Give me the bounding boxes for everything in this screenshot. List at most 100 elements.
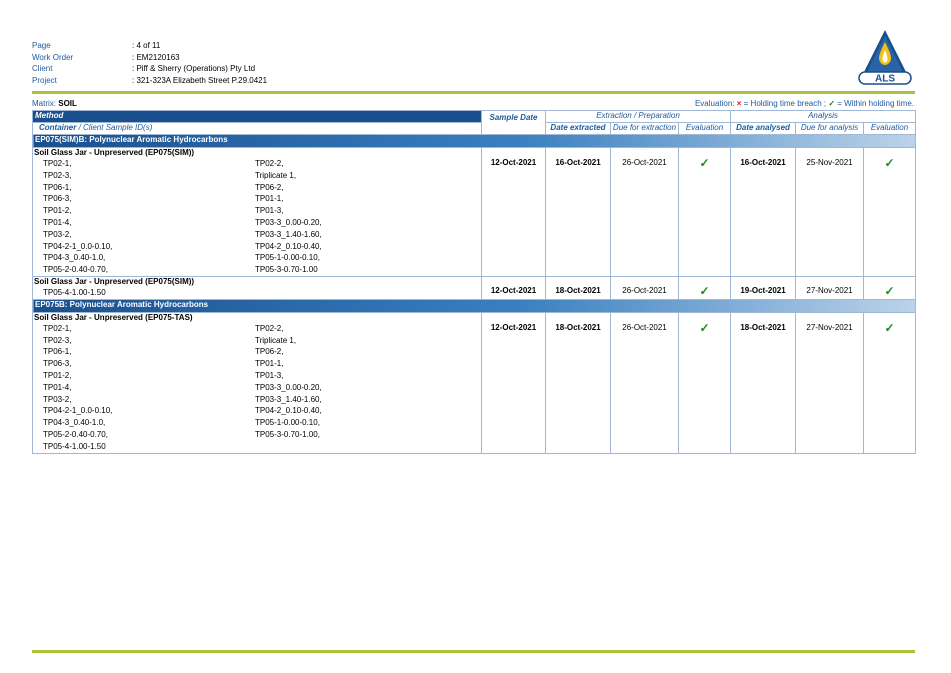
sample-id: TP05-4-1.00-1.50 [43, 441, 106, 451]
date-analysed-cell: 19-Oct-2021 [730, 275, 796, 300]
sample-id: TP01-2, [43, 206, 72, 216]
sample-date-header: Sample Date [481, 110, 546, 135]
sample-id: TP04-2_0.10-0.40, [255, 241, 322, 251]
sample-id: TP06-1, [43, 182, 72, 192]
table-row: Soil Glass Jar - Unpreserved (EP075(SIM)… [32, 275, 916, 300]
sample-id: TP06-1, [43, 347, 72, 357]
sample-id: TP01-1, [255, 194, 284, 204]
sample-id: TP03-3_1.40-1.60, [255, 229, 322, 239]
holding-time-table: Method Sample Date Extraction / Preparat… [32, 110, 916, 454]
container-cell: Soil Glass Jar - Unpreserved (EP075-TAS)… [32, 311, 482, 454]
sample-id: TP05-1-0.00-0.10, [255, 253, 320, 263]
sample-id: TP03-3_1.40-1.60, [255, 394, 322, 404]
container-name: Soil Glass Jar - Unpreserved (EP075(SIM)… [34, 148, 195, 157]
evaluation-header: Evaluation [678, 122, 731, 135]
container-header: Container / Client Sample ID(s) [32, 122, 482, 135]
container-label: Container [39, 123, 77, 132]
sample-id: TP03-3_0.00-0.20, [255, 382, 322, 392]
matrix-value: SOIL [58, 99, 77, 108]
evaluation-check-icon: ✓ [678, 275, 731, 300]
legend-within: = Within holding time. [835, 99, 914, 108]
evaluation-check-icon: ✓ [678, 147, 731, 277]
sample-id: TP05-4-1.00-1.50 [43, 287, 106, 297]
due-analysis-cell: 27-Nov-2021 [795, 311, 864, 454]
evaluation-check-icon: ✓ [863, 275, 916, 300]
sample-date-cell: 12-Oct-2021 [481, 147, 546, 277]
legend-prefix: Evaluation: [694, 99, 737, 108]
date-analysed-cell: 16-Oct-2021 [730, 147, 796, 277]
logo-text: ALS [875, 74, 895, 85]
sample-id: TP04-2-1_0.0-0.10, [43, 406, 113, 416]
sample-id: TP01-2, [43, 370, 72, 380]
sample-id-list: TP05-4-1.00-1.50 [33, 287, 481, 299]
date-extracted-cell: 18-Oct-2021 [545, 275, 611, 300]
client-sample-label: / Client Sample ID(s) [76, 123, 153, 132]
sample-id: TP04-3_0.40-1.0, [43, 418, 106, 428]
container-name: Soil Glass Jar - Unpreserved (EP075(SIM)… [34, 276, 195, 286]
sample-id: TP01-1, [255, 359, 284, 369]
sample-date-cell: 12-Oct-2021 [481, 275, 546, 300]
sample-id: TP01-4, [43, 382, 72, 392]
due-analysis-header: Due for analysis [795, 122, 864, 135]
date-analysed-cell: 18-Oct-2021 [730, 311, 796, 454]
table-row: Soil Glass Jar - Unpreserved (EP075(SIM)… [32, 147, 916, 277]
analysis-group-header: Analysis [730, 110, 916, 123]
header-value: : Piff & Sherry (Operations) Pty Ltd [132, 64, 256, 74]
method-section-row: EP075(SIM)B: Polynuclear Aromatic Hydroc… [32, 134, 916, 148]
header-divider [32, 91, 915, 94]
sample-id: TP06-2, [255, 182, 284, 192]
container-cell: Soil Glass Jar - Unpreserved (EP075(SIM)… [32, 275, 482, 300]
evaluation-check-icon: ✓ [678, 311, 731, 454]
evaluation-check-icon: ✓ [863, 147, 916, 277]
sample-id: TP05-3-0.70-1.00 [255, 265, 318, 275]
sample-id: TP04-3_0.40-1.0, [43, 253, 106, 263]
date-extracted-cell: 16-Oct-2021 [545, 147, 611, 277]
table-row: Soil Glass Jar - Unpreserved (EP075-TAS)… [32, 311, 916, 454]
due-extraction-cell: 26-Oct-2021 [610, 311, 679, 454]
sample-id-list: TP02-1, TP02-2, TP02-3, Triplicate 1, TP06-1… [33, 323, 481, 453]
sample-id: TP04-2-1_0.0-0.10, [43, 241, 113, 251]
sample-id: TP05-3-0.70-1.00, [255, 429, 320, 439]
header-row-page: Page : 4 of 11 [32, 40, 267, 52]
sample-id: TP03-2, [43, 394, 72, 404]
header-key: Client [32, 64, 53, 74]
evaluation-check-icon: ✓ [863, 311, 916, 454]
sample-id: Triplicate 1, [255, 170, 297, 180]
matrix-label: Matrix: SOIL [32, 99, 77, 108]
sample-id: TP04-2_0.10-0.40, [255, 406, 322, 416]
header-key: Project [32, 76, 57, 86]
sample-date-cell: 12-Oct-2021 [481, 311, 546, 454]
due-analysis-cell: 25-Nov-2021 [795, 147, 864, 277]
sample-id: TP05-2-0.40-0.70, [43, 429, 108, 439]
due-analysis-cell: 27-Nov-2021 [795, 275, 864, 300]
sample-id: TP06-2, [255, 347, 284, 357]
matrix-key: Matrix: [32, 99, 56, 108]
header-key: Work Order [32, 52, 74, 62]
header-value: : 321-323A Elizabeth Street P.29.0421 [132, 76, 268, 86]
container-name: Soil Glass Jar - Unpreserved (EP075-TAS) [34, 312, 193, 322]
header-row-work-order: Work Order: EM2120163 [32, 52, 267, 64]
evaluation-header: Evaluation [863, 122, 916, 135]
due-extraction-header: Due for extraction [610, 122, 679, 135]
sample-id: TP02-3, [43, 170, 72, 180]
footer-divider [32, 650, 915, 653]
header-value: : 4 of 11 [132, 41, 161, 50]
method-section-title: EP075B: Polynuclear Aromatic Hydrocarbon… [32, 298, 916, 313]
sample-id: TP06-3, [43, 194, 72, 204]
method-section-row: EP075B: Polynuclear Aromatic Hydrocarbon… [32, 298, 916, 313]
sample-id: TP02-3, [43, 335, 72, 345]
header-key: Page [32, 41, 51, 50]
als-logo: ALS [858, 30, 912, 85]
date-analysed-header: Date analysed [730, 122, 796, 135]
header-row-client: Client : Piff & Sherry (Operations) Pty L… [32, 63, 267, 75]
date-extracted-cell: 18-Oct-2021 [545, 311, 611, 454]
date-extracted-header: Date extracted [545, 122, 611, 135]
header-row-project: Project : 321-323A Elizabeth Street P.29.… [32, 75, 267, 87]
sample-id: TP03-3_0.00-0.20, [255, 217, 322, 227]
sample-id: TP01-4, [43, 217, 72, 227]
sample-id: TP05-2-0.40-0.70, [43, 265, 108, 275]
method-header: Method [32, 110, 482, 123]
sample-id: TP02-2, [255, 323, 284, 333]
method-section-title: EP075(SIM)B: Polynuclear Aromatic Hydroc… [32, 134, 916, 148]
extraction-group-header: Extraction / Preparation [545, 110, 731, 123]
